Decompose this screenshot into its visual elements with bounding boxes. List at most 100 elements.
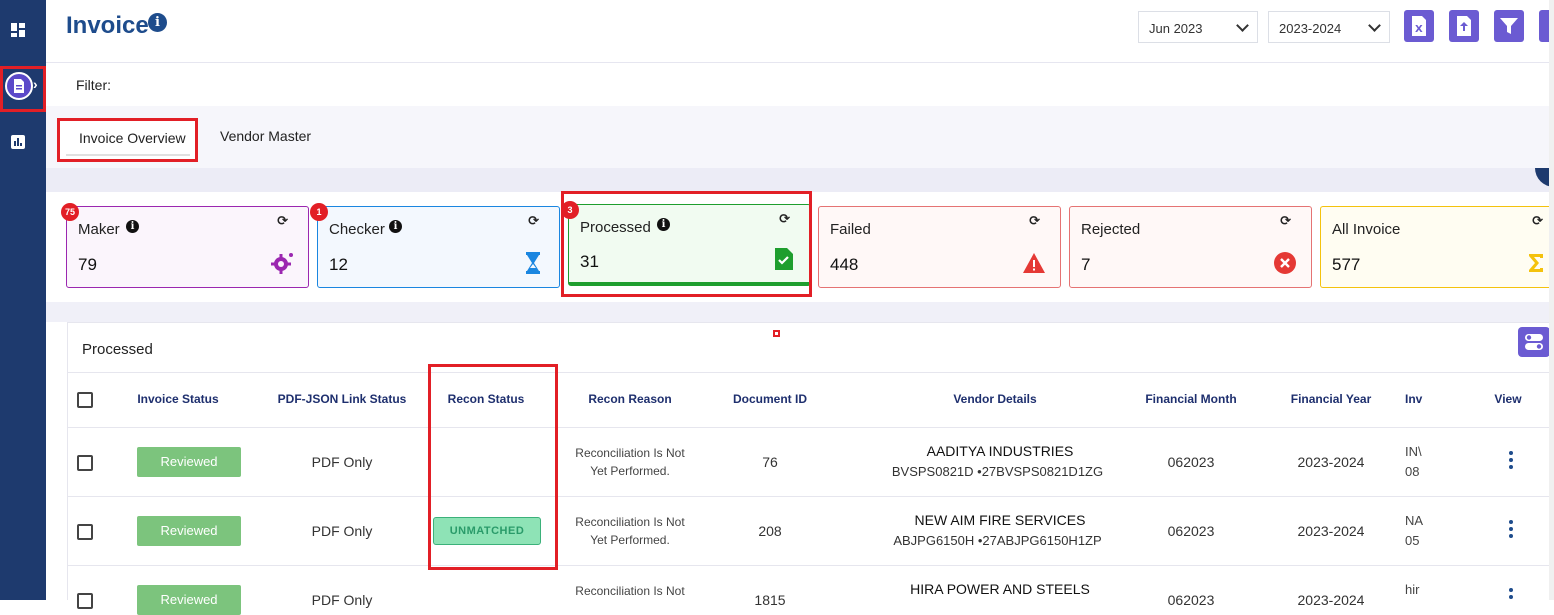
recon-reason-line2: Yet Performed. <box>590 464 670 478</box>
financial-month: 062023 <box>1167 523 1215 539</box>
financial-year: 2023-2024 <box>1297 454 1365 470</box>
row-checkbox[interactable] <box>77 455 93 471</box>
financial-month: 062023 <box>1167 592 1215 608</box>
refresh-icon[interactable]: ⟳ <box>1280 213 1291 229</box>
warning-icon <box>1023 253 1045 273</box>
chevron-right-icon[interactable]: › <box>33 76 38 92</box>
section-band <box>46 168 1554 192</box>
col-recon-reason[interactable]: Recon Reason <box>575 392 685 406</box>
upload-button[interactable] <box>1449 10 1479 42</box>
page-title: Invoice <box>66 12 149 39</box>
card-rejected-value: 7 <box>1081 255 1091 274</box>
chevron-down-icon <box>1368 19 1381 32</box>
maker-count-badge: 75 <box>61 203 79 221</box>
row-menu-icon[interactable] <box>1505 451 1517 469</box>
col-view[interactable]: View <box>1488 392 1528 406</box>
sigma-icon <box>1529 254 1543 272</box>
vendor-name: AADITYA INDUSTRIES <box>926 443 1074 459</box>
card-rejected-label: Rejected <box>1081 221 1141 238</box>
recon-reason-line1: Reconciliation Is Not <box>575 446 685 460</box>
card-checker[interactable]: Checker i ⟳ 12 <box>317 206 560 288</box>
filter-label: Filter: <box>76 77 111 93</box>
document-id: 1815 <box>754 592 786 608</box>
info-icon[interactable]: i <box>126 220 139 233</box>
status-badge: Reviewed <box>137 516 241 546</box>
report-chart-icon[interactable] <box>11 135 25 149</box>
card-all-invoice[interactable]: All Invoice ⟳ 577 <box>1320 206 1554 288</box>
tab-invoice-overview[interactable]: Invoice Overview <box>57 118 198 162</box>
tab-invoice-overview-label: Invoice Overview <box>79 130 186 146</box>
col-vendor-details[interactable]: Vendor Details <box>925 392 1065 406</box>
section-gap <box>46 302 1554 322</box>
row-divider <box>67 565 1554 566</box>
year-select[interactable]: 2023-2024 <box>1268 11 1390 43</box>
vendor-name: HIRA POWER AND STEELS <box>910 581 1090 597</box>
invoice-number-line1: NA <box>1405 513 1423 528</box>
invoice-nav-button[interactable] <box>5 72 33 100</box>
month-select-value: Jun 2023 <box>1149 21 1203 36</box>
card-checker-value: 12 <box>329 255 348 274</box>
refresh-icon[interactable]: ⟳ <box>1029 213 1040 229</box>
export-excel-button[interactable]: X <box>1404 10 1434 42</box>
document-id: 208 <box>758 523 782 539</box>
tab-vendor-master[interactable]: Vendor Master <box>220 128 311 144</box>
info-icon[interactable]: i <box>389 220 402 233</box>
pdf-status: PDF Only <box>311 454 373 470</box>
refresh-icon[interactable]: ⟳ <box>1532 213 1543 229</box>
recon-status-highlight <box>428 364 558 570</box>
scrollbar[interactable] <box>1549 0 1554 600</box>
month-select[interactable]: Jun 2023 <box>1138 11 1258 43</box>
card-all-invoice-label: All Invoice <box>1332 221 1401 238</box>
refresh-icon[interactable]: ⟳ <box>277 213 288 229</box>
row-menu-icon[interactable] <box>1505 588 1517 606</box>
card-maker-label: Maker <box>78 221 120 238</box>
table-header-bottom-line <box>67 427 1554 428</box>
col-document-id[interactable]: Document ID <box>720 392 820 406</box>
card-rejected[interactable]: Rejected ⟳ 7 <box>1069 206 1312 288</box>
invoice-number-line1: IN\ <box>1405 444 1422 459</box>
column-toggle-button[interactable] <box>1518 327 1550 357</box>
card-maker[interactable]: Maker i ⟳ 79 <box>66 206 309 288</box>
close-circle-icon <box>1274 252 1296 274</box>
row-checkbox[interactable] <box>77 524 93 540</box>
invoice-number-line1: hir <box>1405 582 1420 597</box>
card-failed-value: 448 <box>830 255 859 274</box>
document-id: 76 <box>762 454 778 470</box>
svg-text:X: X <box>1415 24 1423 35</box>
excel-icon: X <box>1412 16 1426 36</box>
card-maker-value: 79 <box>78 255 97 274</box>
recon-reason-line1: Reconciliation Is Not <box>575 584 685 598</box>
filter-icon <box>1500 18 1518 34</box>
filter-button[interactable] <box>1494 10 1524 42</box>
row-checkbox[interactable] <box>77 593 93 609</box>
card-failed-label: Failed <box>830 221 871 238</box>
info-icon[interactable]: i <box>148 13 167 32</box>
pdf-status: PDF Only <box>311 592 373 608</box>
upload-file-icon <box>1457 16 1471 36</box>
col-financial-year[interactable]: Financial Year <box>1281 392 1381 406</box>
col-invoice-number[interactable]: Inv <box>1405 392 1435 406</box>
invoice-number-line2: 05 <box>1405 533 1420 548</box>
refresh-icon[interactable]: ⟳ <box>528 213 539 229</box>
panel-title: Processed <box>82 341 153 358</box>
checker-count-badge: 1 <box>310 203 328 221</box>
invoice-number-line2: 08 <box>1405 464 1420 479</box>
dashboard-icon[interactable] <box>11 23 25 37</box>
col-invoice-status[interactable]: Invoice Status <box>128 392 228 406</box>
col-pdf-json-status[interactable]: PDF-JSON Link Status <box>272 392 412 406</box>
gear-sparkle-icon <box>271 253 293 274</box>
card-checker-label: Checker <box>329 221 385 238</box>
col-financial-month[interactable]: Financial Month <box>1136 392 1246 406</box>
hourglass-icon <box>526 252 540 274</box>
select-all-checkbox[interactable] <box>77 392 93 408</box>
pdf-status: PDF Only <box>311 523 373 539</box>
recon-reason-line2: Yet Performed. <box>590 533 670 547</box>
vendor-ids: BVSPS0821D •27BVSPS0821D1ZG <box>891 464 1104 479</box>
toggle-icon <box>1525 334 1543 350</box>
status-badge: Reviewed <box>137 585 241 615</box>
card-all-invoice-value: 577 <box>1332 255 1361 274</box>
card-failed[interactable]: Failed ⟳ 448 <box>818 206 1061 288</box>
marker-dot <box>773 330 780 337</box>
row-menu-icon[interactable] <box>1505 520 1517 538</box>
document-icon <box>14 79 24 93</box>
